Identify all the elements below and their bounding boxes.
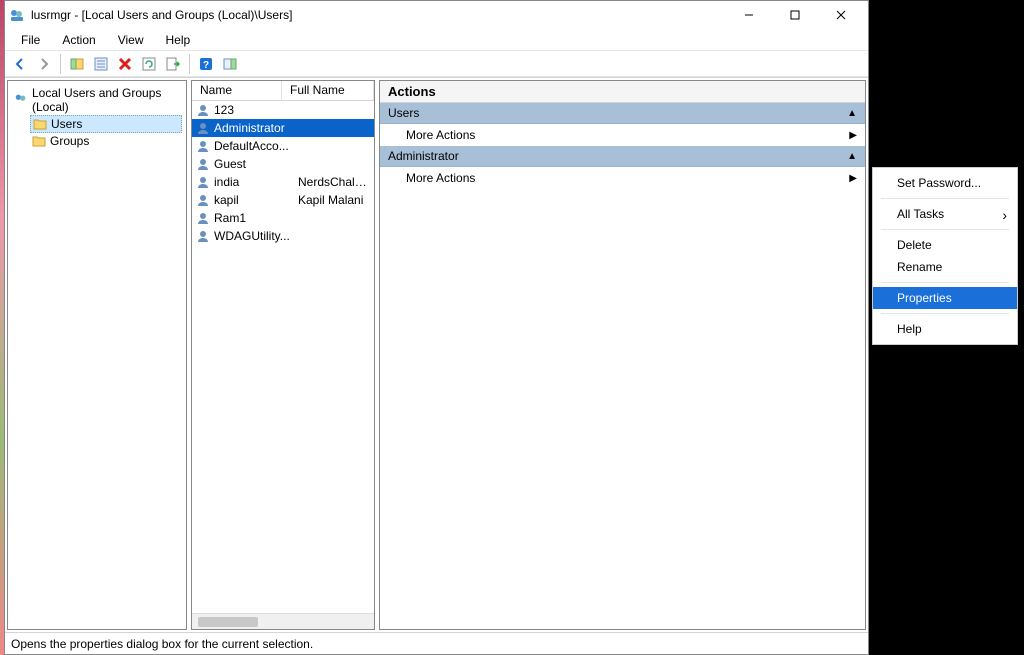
svg-text:?: ? — [203, 60, 209, 71]
statusbar: Opens the properties dialog box for the … — [5, 632, 868, 654]
actions-more-label: More Actions — [406, 171, 475, 185]
actions-pane: Actions Users ▲ More Actions ▶ Administr… — [379, 80, 866, 630]
collapse-arrow-icon: ▲ — [847, 151, 857, 162]
folder-icon — [32, 135, 46, 147]
tree-node-groups[interactable]: Groups — [30, 133, 182, 149]
list-cell-name: 123 — [214, 103, 298, 117]
collapse-arrow-icon: ▲ — [847, 108, 857, 119]
horizontal-scrollbar[interactable] — [192, 613, 374, 629]
list-cell-name: kapil — [214, 193, 298, 207]
column-full-name[interactable]: Full Name — [282, 81, 374, 100]
list-cell-fullname: NerdsChalk ID — [298, 175, 370, 189]
menu-help[interactable]: Help — [156, 31, 201, 49]
menu-set-password[interactable]: Set Password... — [873, 172, 1017, 194]
list-row[interactable]: indiaNerdsChalk ID — [192, 173, 374, 191]
user-icon — [196, 139, 210, 153]
list-row[interactable]: DefaultAcco... — [192, 137, 374, 155]
back-button[interactable] — [9, 53, 31, 75]
delete-button[interactable] — [114, 53, 136, 75]
tree-node-users[interactable]: Users — [30, 115, 182, 133]
user-icon — [196, 157, 210, 171]
refresh-button[interactable] — [138, 53, 160, 75]
column-name[interactable]: Name — [192, 81, 282, 100]
users-groups-icon — [14, 92, 28, 109]
menu-separator — [881, 282, 1009, 283]
tree-users-label: Users — [51, 117, 82, 131]
app-icon — [9, 7, 25, 23]
tree-root-label: Local Users and Groups (Local) — [32, 86, 180, 114]
chevron-right-icon: ▶ — [849, 173, 857, 184]
list-cell-name: Guest — [214, 157, 298, 171]
help-button[interactable]: ? — [195, 53, 217, 75]
list-cell-name: DefaultAcco... — [214, 139, 298, 153]
minimize-button[interactable] — [726, 1, 772, 29]
status-text: Opens the properties dialog box for the … — [11, 637, 313, 651]
list-header: Name Full Name — [192, 81, 374, 101]
show-hide-tree-button[interactable] — [66, 53, 88, 75]
list-row[interactable]: WDAGUtility... — [192, 227, 374, 245]
list-cell-name: Administrator — [214, 121, 298, 135]
list-cell-fullname: Kapil Malani — [298, 193, 370, 207]
list-row[interactable]: Ram1 — [192, 209, 374, 227]
scroll-thumb[interactable] — [198, 617, 258, 627]
toolbar-separator — [60, 54, 61, 74]
maximize-button[interactable] — [772, 1, 818, 29]
toolbar: ? — [5, 51, 868, 77]
chevron-right-icon: ▶ — [849, 130, 857, 141]
list-row[interactable]: Guest — [192, 155, 374, 173]
user-icon — [196, 193, 210, 207]
menu-separator — [881, 229, 1009, 230]
menu-separator — [881, 198, 1009, 199]
actions-header: Actions — [380, 81, 865, 103]
forward-button[interactable] — [33, 53, 55, 75]
folder-icon — [33, 118, 47, 130]
properties-button[interactable] — [90, 53, 112, 75]
user-icon — [196, 229, 210, 243]
actions-group-admin-label: Administrator — [388, 149, 459, 163]
close-button[interactable] — [818, 1, 864, 29]
menu-help[interactable]: Help — [873, 318, 1017, 340]
actions-group-users[interactable]: Users ▲ — [380, 103, 865, 124]
user-icon — [196, 121, 210, 135]
context-menu: Set Password... All Tasks Delete Rename … — [872, 167, 1018, 345]
list-cell-name: WDAGUtility... — [214, 229, 298, 243]
list-row[interactable]: Administrator — [192, 119, 374, 137]
actions-more-administrator[interactable]: More Actions ▶ — [380, 167, 865, 189]
menu-view[interactable]: View — [108, 31, 154, 49]
tree-root[interactable]: Local Users and Groups (Local) — [12, 85, 182, 115]
tree-groups-label: Groups — [50, 134, 89, 148]
user-icon — [196, 175, 210, 189]
menu-action[interactable]: Action — [52, 31, 105, 49]
list-cell-name: india — [214, 175, 298, 189]
lusrmgr-window: lusrmgr - [Local Users and Groups (Local… — [4, 0, 869, 655]
menu-file[interactable]: File — [11, 31, 50, 49]
actions-group-administrator[interactable]: Administrator ▲ — [380, 146, 865, 167]
menubar: File Action View Help — [5, 29, 868, 51]
menu-delete[interactable]: Delete — [873, 234, 1017, 256]
user-icon — [196, 103, 210, 117]
user-icon — [196, 211, 210, 225]
actions-group-users-label: Users — [388, 106, 419, 120]
tree-pane: Local Users and Groups (Local) Users Gro… — [7, 80, 187, 630]
actions-more-users[interactable]: More Actions ▶ — [380, 124, 865, 146]
window-title: lusrmgr - [Local Users and Groups (Local… — [31, 8, 292, 22]
menu-separator — [881, 313, 1009, 314]
body-panes: Local Users and Groups (Local) Users Gro… — [5, 77, 868, 632]
list-row[interactable]: kapilKapil Malani — [192, 191, 374, 209]
list-body: 123 Administrator DefaultAcco... Guest india… — [192, 101, 374, 613]
list-pane: Name Full Name 123 Administrator DefaultAc… — [191, 80, 375, 630]
menu-properties[interactable]: Properties — [873, 287, 1017, 309]
list-cell-name: Ram1 — [214, 211, 298, 225]
menu-rename[interactable]: Rename — [873, 256, 1017, 278]
toolbar-separator — [189, 54, 190, 74]
menu-all-tasks[interactable]: All Tasks — [873, 203, 1017, 225]
actions-more-label: More Actions — [406, 128, 475, 142]
list-row[interactable]: 123 — [192, 101, 374, 119]
export-button[interactable] — [162, 53, 184, 75]
titlebar: lusrmgr - [Local Users and Groups (Local… — [5, 1, 868, 29]
show-hide-action-pane-button[interactable] — [219, 53, 241, 75]
